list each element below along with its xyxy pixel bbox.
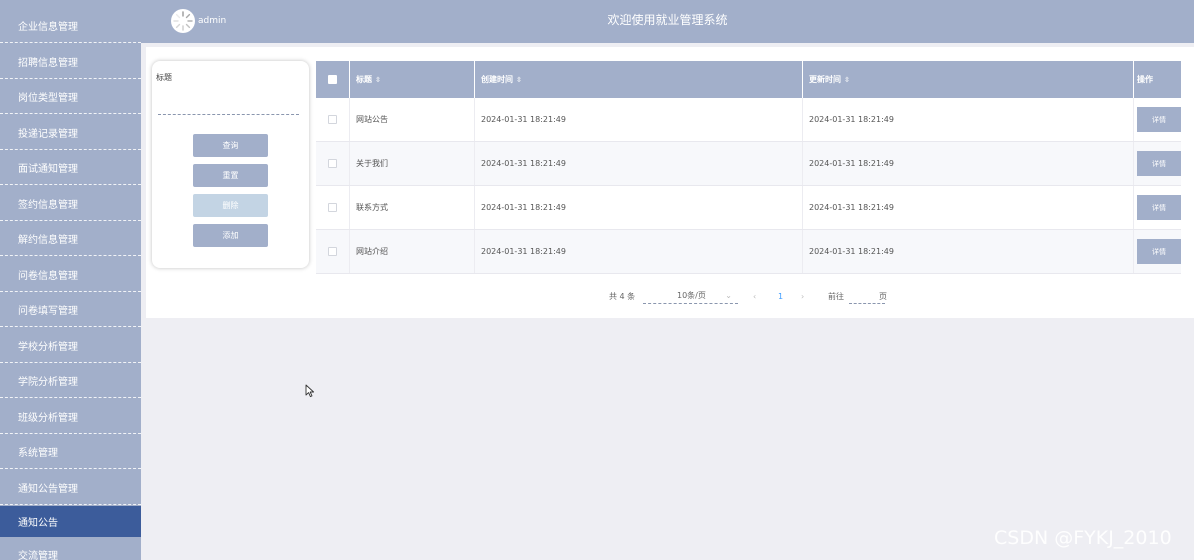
column-title-label: 标题 [356, 75, 372, 84]
sidebar-item-label: 问卷填写管理 [18, 305, 78, 317]
row-checkbox[interactable] [328, 159, 337, 168]
detail-button[interactable]: 详情 [1137, 151, 1181, 176]
row-updated: 2024-01-31 18:21:49 [803, 98, 1134, 141]
row-checkbox[interactable] [328, 247, 337, 256]
sidebar-item-label: 学校分析管理 [18, 341, 78, 353]
select-all-checkbox[interactable] [328, 75, 337, 84]
column-updated[interactable]: 更新时间 ⇳ [803, 61, 1134, 98]
mouse-cursor-icon [305, 384, 315, 398]
sidebar-item-company-info[interactable]: 企业信息管理 [0, 8, 141, 43]
sidebar-item-label: 解约信息管理 [18, 234, 78, 246]
column-updated-label: 更新时间 [809, 75, 841, 84]
sidebar-item-contract-info[interactable]: 签约信息管理 [0, 186, 141, 221]
table-row: 网站介绍 2024-01-31 18:21:49 2024-01-31 18:2… [316, 230, 1181, 274]
page-size-select[interactable]: 10条/页 ⌄ [643, 288, 738, 304]
page-title: 欢迎使用就业管理系统 [607, 13, 728, 27]
column-op: 操作 [1134, 61, 1181, 98]
watermark: CSDN @FYKJ_2010 [994, 527, 1172, 549]
row-updated: 2024-01-31 18:21:49 [803, 186, 1134, 229]
sidebar-item-label: 通知公告管理 [18, 483, 78, 495]
top-header: admin 欢迎使用就业管理系统 [141, 0, 1194, 43]
table-row: 联系方式 2024-01-31 18:21:49 2024-01-31 18:2… [316, 186, 1181, 230]
sort-icon[interactable]: ⇳ [375, 76, 381, 84]
page-number-current[interactable]: 1 [778, 288, 783, 304]
row-checkbox[interactable] [328, 203, 337, 212]
row-created: 2024-01-31 18:21:49 [475, 230, 803, 273]
sidebar-item-job-type[interactable]: 岗位类型管理 [0, 79, 141, 114]
reset-button[interactable]: 重置 [193, 164, 268, 187]
row-checkbox-cell [316, 98, 350, 141]
sidebar-item-interview-notice[interactable]: 面试通知管理 [0, 150, 141, 185]
row-op: 详情 [1134, 186, 1181, 229]
prev-page-icon[interactable]: ‹ [753, 288, 756, 304]
sidebar-item-system[interactable]: 系统管理 [0, 434, 141, 469]
row-created: 2024-01-31 18:21:49 [475, 186, 803, 229]
row-created: 2024-01-31 18:21:49 [475, 98, 803, 141]
row-op: 详情 [1134, 230, 1181, 273]
row-op: 详情 [1134, 98, 1181, 141]
row-checkbox[interactable] [328, 115, 337, 124]
column-title[interactable]: 标题 ⇳ [350, 61, 475, 98]
page-size-value: 10条/页 [677, 291, 706, 300]
row-checkbox-cell [316, 186, 350, 229]
row-updated: 2024-01-31 18:21:49 [803, 142, 1134, 185]
sidebar-item-label: 系统管理 [18, 447, 58, 459]
sidebar-item-label: 面试通知管理 [18, 163, 78, 175]
sidebar-item-label: 岗位类型管理 [18, 92, 78, 104]
detail-button[interactable]: 详情 [1137, 239, 1181, 264]
detail-button[interactable]: 详情 [1137, 195, 1181, 220]
row-title: 网站介绍 [350, 230, 475, 273]
sidebar-item-delivery-record[interactable]: 投递记录管理 [0, 115, 141, 150]
table-row: 关于我们 2024-01-31 18:21:49 2024-01-31 18:2… [316, 142, 1181, 186]
sidebar-item-label: 学院分析管理 [18, 376, 78, 388]
sidebar-item-label: 班级分析管理 [18, 412, 78, 424]
sidebar-item-questionnaire-fill[interactable]: 问卷填写管理 [0, 292, 141, 327]
column-op-label: 操作 [1137, 75, 1153, 84]
row-checkbox-cell [316, 142, 350, 185]
chevron-down-icon: ⌄ [725, 291, 732, 300]
search-card: 标题 查询 重置 删除 添加 [152, 61, 309, 268]
sort-icon[interactable]: ⇳ [844, 76, 850, 84]
sidebar-item-label: 签约信息管理 [18, 199, 78, 211]
search-title-input[interactable] [158, 89, 299, 115]
goto-label: 前往 [828, 291, 844, 301]
pagination-total: 共 4 条 [609, 291, 636, 301]
sidebar-item-notice-manage[interactable]: 通知公告管理 [0, 470, 141, 505]
sort-icon[interactable]: ⇳ [516, 76, 522, 84]
table-row: 网站公告 2024-01-31 18:21:49 2024-01-31 18:2… [316, 98, 1181, 142]
sidebar-item-termination-info[interactable]: 解约信息管理 [0, 221, 141, 256]
row-title: 联系方式 [350, 186, 475, 229]
sidebar-item-label: 企业信息管理 [18, 21, 78, 33]
select-all-cell [316, 61, 350, 98]
search-title-label: 标题 [156, 73, 172, 82]
row-updated: 2024-01-31 18:21:49 [803, 230, 1134, 273]
row-checkbox-cell [316, 230, 350, 273]
column-created-label: 创建时间 [481, 75, 513, 84]
add-button[interactable]: 添加 [193, 224, 268, 247]
sidebar-item-exchange[interactable]: 交流管理 [0, 537, 141, 560]
sidebar-item-school-analysis[interactable]: 学校分析管理 [0, 328, 141, 363]
sidebar-item-college-analysis[interactable]: 学院分析管理 [0, 363, 141, 398]
sidebar-item-label: 投递记录管理 [18, 128, 78, 140]
sidebar-item-label: 通知公告 [18, 518, 58, 529]
row-title: 关于我们 [350, 142, 475, 185]
row-title: 网站公告 [350, 98, 475, 141]
next-page-icon[interactable]: › [801, 288, 804, 304]
row-created: 2024-01-31 18:21:49 [475, 142, 803, 185]
sidebar-item-notice[interactable]: 通知公告 [0, 506, 141, 537]
table-header: 标题 ⇳ 创建时间 ⇳ 更新时间 ⇳ 操作 [316, 61, 1181, 98]
detail-button[interactable]: 详情 [1137, 107, 1181, 132]
page-suffix-label: 页 [879, 291, 887, 301]
sidebar: 企业信息管理 招聘信息管理 岗位类型管理 投递记录管理 面试通知管理 签约信息管… [0, 0, 141, 560]
sidebar-item-label: 交流管理 [18, 551, 58, 560]
sidebar-item-questionnaire-info[interactable]: 问卷信息管理 [0, 257, 141, 292]
delete-button[interactable]: 删除 [193, 194, 268, 217]
sidebar-item-label: 问卷信息管理 [18, 270, 78, 282]
column-created[interactable]: 创建时间 ⇳ [475, 61, 803, 98]
sidebar-item-recruit-info[interactable]: 招聘信息管理 [0, 44, 141, 79]
sidebar-item-label: 招聘信息管理 [18, 57, 78, 69]
row-op: 详情 [1134, 142, 1181, 185]
sidebar-item-class-analysis[interactable]: 班级分析管理 [0, 399, 141, 434]
query-button[interactable]: 查询 [193, 134, 268, 157]
